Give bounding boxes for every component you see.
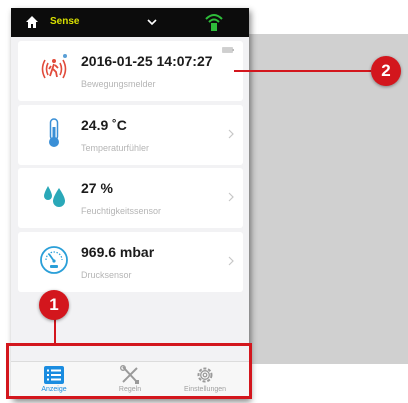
home-icon[interactable]	[25, 15, 39, 29]
sensor-label: Drucksensor	[81, 270, 132, 280]
chevron-down-icon[interactable]	[147, 17, 157, 27]
sensor-value: 2016-01-25 14:07:27	[81, 53, 213, 69]
phone-screen: Sense 2016-01-25 14:07:27 Bewegungsmelde…	[11, 8, 249, 399]
thermometer-icon	[49, 118, 59, 147]
sensor-card-motion[interactable]: 2016-01-25 14:07:27 Bewegungsmelder	[18, 41, 243, 101]
top-bar: Sense	[11, 8, 249, 37]
wifi-signal-icon	[205, 14, 223, 31]
water-drop-icon	[44, 186, 65, 207]
sensor-label: Bewegungsmelder	[81, 79, 156, 89]
callout-badge-1: 1	[39, 290, 69, 320]
sensor-value: 969.6 mbar	[81, 244, 155, 260]
motion-sensor-icon	[41, 54, 67, 79]
chevron-right-icon	[228, 192, 234, 202]
sensor-value: 24.9 ˚C	[81, 117, 127, 133]
chevron-right-icon	[228, 129, 234, 139]
sensor-value: 27 %	[81, 180, 113, 196]
device-name[interactable]: Sense	[50, 16, 79, 27]
callout-line-2	[234, 70, 371, 72]
battery-icon	[222, 47, 234, 53]
sensor-card-temperature[interactable]: 24.9 ˚C Temperaturfühler	[18, 105, 243, 165]
tabbar-highlight-frame	[6, 343, 252, 399]
callout-badge-2: 2	[371, 56, 401, 86]
pressure-gauge-icon	[40, 246, 68, 274]
callout-line-1	[54, 318, 56, 345]
sensor-label: Feuchtigkeitssensor	[81, 206, 162, 216]
chevron-right-icon	[228, 256, 234, 266]
sensor-card-humidity[interactable]: 27 % Feuchtigkeitssensor	[18, 168, 243, 228]
sensor-card-pressure[interactable]: 969.6 mbar Drucksensor	[18, 232, 243, 292]
sensor-label: Temperaturfühler	[81, 143, 150, 153]
